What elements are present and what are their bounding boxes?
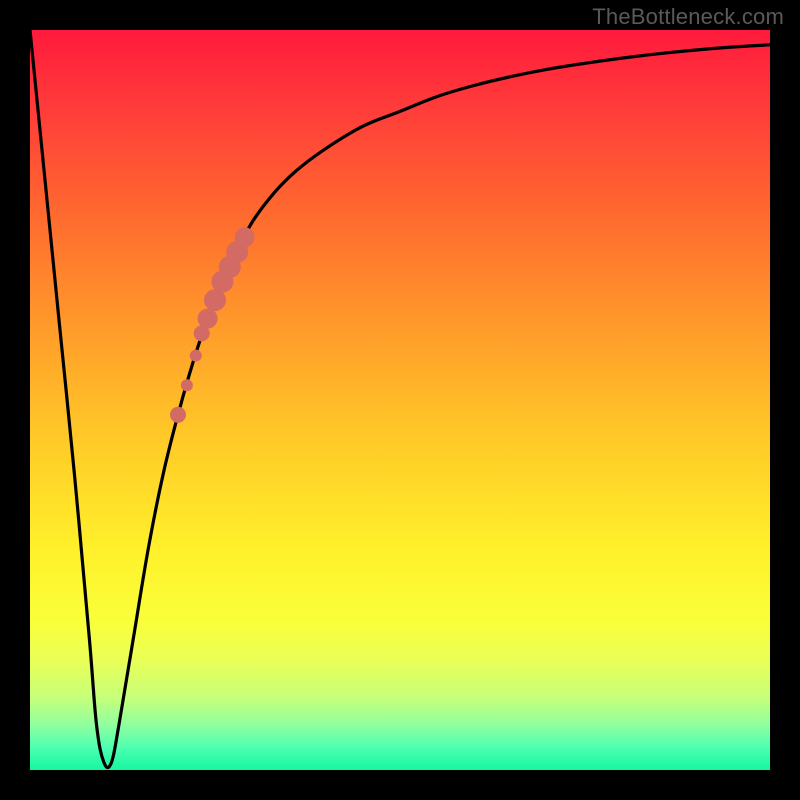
highlight-dot	[198, 309, 218, 329]
highlight-dot	[181, 379, 193, 391]
watermark-label: TheBottleneck.com	[592, 4, 784, 30]
highlight-dot	[170, 407, 186, 423]
highlight-dot	[190, 350, 202, 362]
chart-frame: TheBottleneck.com	[0, 0, 800, 800]
curve-svg	[30, 30, 770, 770]
bottleneck-curve	[30, 30, 770, 768]
highlight-dot	[235, 227, 255, 247]
plot-area	[30, 30, 770, 770]
